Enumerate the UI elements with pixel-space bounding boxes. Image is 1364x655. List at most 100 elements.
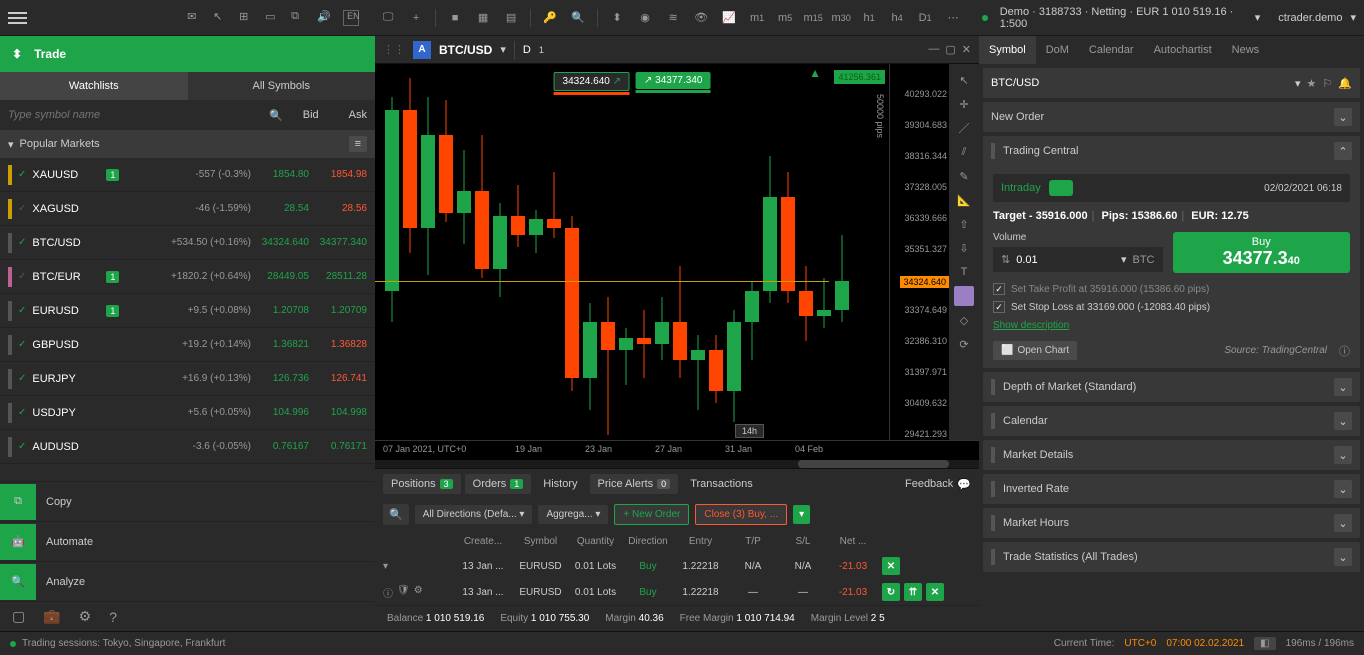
window-icon[interactable]: ▭ bbox=[265, 10, 281, 26]
m1-icon[interactable]: m1 bbox=[748, 9, 766, 27]
tab-transactions[interactable]: Transactions bbox=[682, 474, 761, 494]
refresh-tool-icon[interactable]: ⟳ bbox=[954, 334, 974, 354]
drag-handle-icon[interactable] bbox=[8, 335, 12, 355]
close-position-button[interactable]: ✕ bbox=[882, 557, 900, 575]
buy-button[interactable]: Buy 34377.340 bbox=[1173, 232, 1351, 273]
sound-icon[interactable]: 🔊 bbox=[317, 10, 333, 26]
menu-button[interactable] bbox=[8, 9, 27, 27]
open-chart-button[interactable]: ⬜ Open Chart bbox=[993, 341, 1077, 360]
drag-handle-icon[interactable] bbox=[8, 403, 12, 423]
gear-icon[interactable]: ⚙ bbox=[414, 585, 423, 600]
section-market-hours[interactable]: Market Hours⌄ bbox=[983, 508, 1360, 538]
position-row[interactable]: ▾ 13 Jan ... EURUSD 0.01 Lots Buy 1.2221… bbox=[375, 553, 979, 579]
close-positions-button[interactable]: Close (3) Buy, ... bbox=[695, 504, 787, 525]
search-icon[interactable]: 🔍 bbox=[269, 109, 283, 122]
h4-icon[interactable]: h4 bbox=[888, 9, 906, 27]
col-sl[interactable]: S/L bbox=[778, 536, 828, 547]
utc-label[interactable]: UTC+0 bbox=[1124, 638, 1156, 649]
chart-scrollbar[interactable] bbox=[375, 460, 979, 468]
arrow-down-tool-icon[interactable]: ⇩ bbox=[954, 238, 974, 258]
minimize-icon[interactable]: — bbox=[928, 43, 939, 56]
ask-price-box[interactable]: ↗ 34377.340 bbox=[636, 72, 710, 95]
help-icon[interactable]: ? bbox=[109, 609, 117, 625]
draw-line-icon[interactable]: ／ bbox=[954, 118, 974, 138]
chevron-down-icon[interactable]: ▾ bbox=[500, 43, 506, 56]
list-menu-icon[interactable]: ≡ bbox=[349, 136, 367, 152]
symbol-row[interactable]: ✓ EURUSD 1 +9.5 (+0.08%) 1.20708 1.20709 bbox=[0, 294, 375, 328]
drag-handle-icon[interactable] bbox=[8, 301, 12, 321]
feedback-button[interactable]: Feedback 💬 bbox=[905, 478, 971, 491]
close-dropdown-button[interactable]: ▾ bbox=[793, 505, 810, 524]
col-net[interactable]: Net ... bbox=[828, 536, 878, 547]
layers-icon[interactable]: ≋ bbox=[664, 9, 682, 27]
tab-autochartist[interactable]: Autochartist bbox=[1144, 36, 1222, 64]
tab-history[interactable]: History bbox=[535, 474, 585, 494]
d1-icon[interactable]: D1 bbox=[916, 9, 934, 27]
chevron-down-icon[interactable]: ▾ bbox=[1295, 77, 1301, 90]
draw-fib-icon[interactable]: 📐 bbox=[954, 190, 974, 210]
automate-action[interactable]: 🤖 Automate bbox=[0, 521, 375, 561]
chart-icon[interactable]: 📈 bbox=[720, 9, 738, 27]
new-order-button[interactable]: + New Order bbox=[614, 504, 689, 525]
section-market-details[interactable]: Market Details⌄ bbox=[983, 440, 1360, 470]
circle-icon[interactable]: ◉ bbox=[636, 9, 654, 27]
copy-icon[interactable]: ⧉ bbox=[291, 10, 307, 26]
stepper-icon[interactable]: ⇅ bbox=[1001, 253, 1010, 266]
symbol-search-input[interactable] bbox=[8, 109, 269, 121]
info-icon[interactable]: ⓘ bbox=[383, 585, 393, 600]
section-calendar[interactable]: Calendar⌄ bbox=[983, 406, 1360, 436]
m30-icon[interactable]: m30 bbox=[832, 9, 850, 27]
stop-loss-checkbox[interactable]: Set Stop Loss at 33169.000 (-12083.40 pi… bbox=[993, 301, 1350, 313]
section-depth[interactable]: Depth of Market (Standard)⌄ bbox=[983, 372, 1360, 402]
copy-action[interactable]: ⧉ Copy bbox=[0, 481, 375, 521]
col-quantity[interactable]: Quantity bbox=[568, 536, 623, 547]
flag-icon[interactable]: ⚐ bbox=[1322, 77, 1332, 90]
layout-icon[interactable]: ⊞ bbox=[239, 10, 255, 26]
symbol-row[interactable]: ✓ USDJPY +5.6 (+0.05%) 104.996 104.998 bbox=[0, 396, 375, 430]
grid4-layout-icon[interactable]: ▦ bbox=[474, 9, 492, 27]
col-entry[interactable]: Entry bbox=[673, 536, 728, 547]
chart-add-icon[interactable]: + bbox=[407, 9, 425, 27]
symbol-row[interactable]: ✓ BTC/EUR 1 +1820.2 (+0.64%) 28449.05 28… bbox=[0, 260, 375, 294]
tab-all-symbols[interactable]: All Symbols bbox=[188, 72, 376, 100]
tab-price-alerts[interactable]: Price Alerts 0 bbox=[590, 474, 679, 494]
drag-handle-icon[interactable] bbox=[8, 369, 12, 389]
symbol-row[interactable]: ✓ XAGUSD -46 (-1.59%) 28.54 28.56 bbox=[0, 192, 375, 226]
close-position-button[interactable]: ✕ bbox=[926, 583, 944, 601]
server-name[interactable]: ctrader.demo bbox=[1278, 12, 1342, 24]
drag-handle-icon[interactable] bbox=[8, 165, 12, 185]
col-tp[interactable]: T/P bbox=[728, 536, 778, 547]
chart-indicator-icon[interactable]: A bbox=[413, 41, 431, 59]
tab-positions[interactable]: Positions 3 bbox=[383, 474, 461, 494]
symbol-row[interactable]: ✓ EURJPY +16.9 (+0.13%) 126.736 126.741 bbox=[0, 362, 375, 396]
selected-symbol[interactable]: BTC/USD bbox=[991, 77, 1289, 89]
search-icon[interactable]: 🔍 bbox=[383, 504, 409, 525]
double-button[interactable]: ⇈ bbox=[904, 583, 922, 601]
bell-icon[interactable]: 🔔 bbox=[1338, 77, 1352, 90]
shape-tool-icon[interactable] bbox=[954, 286, 974, 306]
drag-handle-icon[interactable]: ⋮⋮ bbox=[383, 43, 405, 56]
section-trading-central[interactable]: Trading Central ⌃ bbox=[983, 136, 1360, 166]
lang-icon[interactable]: EN bbox=[343, 10, 359, 26]
drag-handle-icon[interactable] bbox=[8, 267, 12, 287]
shield-icon[interactable]: 🛡 bbox=[397, 585, 410, 600]
intraday-toggle[interactable] bbox=[1049, 180, 1073, 196]
chart-monitor-icon[interactable]: 🖵 bbox=[379, 9, 397, 27]
grid-layout-icon[interactable]: ▤ bbox=[502, 9, 520, 27]
crosshair-tool-icon[interactable]: ✛ bbox=[954, 94, 974, 114]
text-tool-icon[interactable]: T bbox=[954, 262, 974, 282]
chevron-down-icon[interactable]: ▾ bbox=[1255, 11, 1261, 24]
symbol-row[interactable]: ✓ AUDUSD -3.6 (-0.05%) 0.76167 0.76171 bbox=[0, 430, 375, 464]
draw-equidistant-icon[interactable]: ⫽ bbox=[954, 142, 974, 162]
take-profit-checkbox[interactable]: Set Take Profit at 35916.000 (15386.60 p… bbox=[993, 283, 1350, 295]
popular-markets-header[interactable]: ▾ Popular Markets ≡ bbox=[0, 130, 375, 158]
volume-input[interactable]: ⇅ 0.01 ▾ BTC bbox=[993, 247, 1163, 272]
single-layout-icon[interactable]: ■ bbox=[446, 9, 464, 27]
settings-icon[interactable]: ⚙ bbox=[79, 608, 92, 625]
arrow-up-tool-icon[interactable]: ⇧ bbox=[954, 214, 974, 234]
drag-handle-icon[interactable] bbox=[8, 199, 12, 219]
tab-calendar[interactable]: Calendar bbox=[1079, 36, 1144, 64]
h1-icon[interactable]: h1 bbox=[860, 9, 878, 27]
maximize-icon[interactable]: ▢ bbox=[945, 43, 955, 56]
col-direction[interactable]: Direction bbox=[623, 536, 673, 547]
